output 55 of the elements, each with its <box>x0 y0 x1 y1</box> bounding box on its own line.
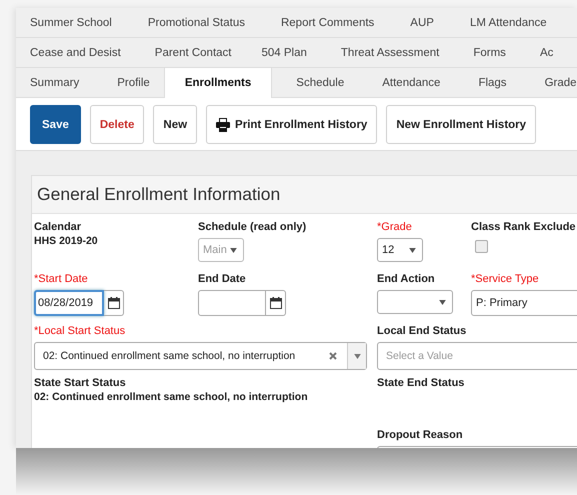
date-field[interactable]: 08/28/2019 <box>34 290 104 316</box>
caret-icon <box>409 248 416 252</box>
tab[interactable]: Promotional Status <box>148 8 245 37</box>
tab[interactable]: AUP <box>410 8 434 37</box>
printer-icon <box>216 118 230 132</box>
tab[interactable]: Cease and Desist <box>30 38 121 67</box>
calendar-icon[interactable] <box>270 297 282 309</box>
print-button[interactable]: Print Enrollment History <box>206 105 378 144</box>
tab[interactable]: Forms <box>473 38 506 67</box>
checkbox[interactable] <box>475 240 488 253</box>
toolbar-button[interactable]: Save <box>30 105 81 144</box>
field-label: *Start Date <box>34 272 89 286</box>
tab[interactable]: Attendance <box>368 68 454 97</box>
field-value: 02: Continued enrollment same school, no interruption <box>34 390 309 404</box>
field-label: Class Rank Exclude <box>471 220 577 234</box>
panel-title: General Enrollment Information <box>37 184 280 205</box>
caret-icon <box>354 354 360 358</box>
calendar-icon[interactable] <box>108 297 120 309</box>
tab[interactable]: Profile <box>103 68 164 97</box>
field-label: State Start Status <box>34 376 127 390</box>
dropdown: Main <box>198 238 244 262</box>
toolbar-button[interactable]: New <box>153 105 198 144</box>
tab[interactable]: Summer School <box>30 8 112 37</box>
toolbar-button[interactable]: New Enrollment History <box>386 105 536 144</box>
field-label: *Local Start Status <box>34 324 126 338</box>
tab[interactable]: LM Attendance <box>470 8 547 37</box>
field-label: Calendar <box>34 220 82 234</box>
tab[interactable]: 504 Plan <box>262 38 307 67</box>
tab[interactable]: Grade <box>530 68 577 97</box>
text-field[interactable]: P: Primary <box>471 290 577 316</box>
field-label: Schedule (read only) <box>198 220 308 234</box>
field-label: End Date <box>198 272 247 286</box>
field-value: HHS 2019-20 <box>34 234 99 248</box>
tab[interactable]: Summary <box>16 68 94 97</box>
date-field[interactable] <box>198 290 266 316</box>
toolbar-button[interactable]: Delete <box>90 105 144 144</box>
combo-field[interactable]: 02: Continued enrollment same school, no interruption <box>34 342 367 370</box>
field-label: Dropout Reason <box>377 428 464 442</box>
tab[interactable]: Threat Assessment <box>340 38 440 67</box>
tab[interactable]: Enrollments <box>164 68 272 98</box>
tab[interactable]: Ac <box>540 38 554 67</box>
field-label: End Action <box>377 272 436 286</box>
tab[interactable]: Flags <box>464 68 521 97</box>
field-label: State End Status <box>377 376 466 390</box>
clear-icon[interactable] <box>329 352 337 360</box>
caret-icon <box>230 248 237 252</box>
tab[interactable]: Report Comments <box>280 8 374 37</box>
field-label: *Service Type <box>471 272 540 286</box>
tab[interactable]: Parent Contact <box>154 38 232 67</box>
dropdown[interactable]: 12 <box>377 238 423 262</box>
caret-icon <box>439 300 446 304</box>
tab[interactable]: Schedule <box>282 68 358 97</box>
field-label: *Grade <box>377 220 413 234</box>
dropdown[interactable] <box>377 290 453 314</box>
field-label: Local End Status <box>377 324 468 338</box>
